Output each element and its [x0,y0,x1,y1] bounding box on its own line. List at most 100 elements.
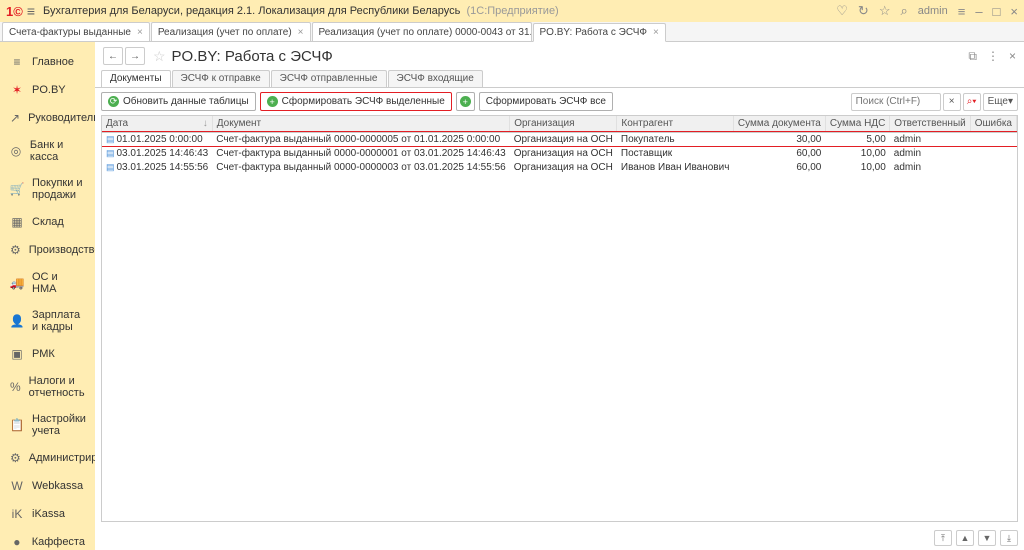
column-header[interactable]: Организация [510,116,617,132]
column-header[interactable]: Сумма НДС [825,116,889,132]
sidebar-icon: iK [10,507,24,521]
column-header[interactable]: Ответственный [890,116,970,132]
maximize-icon[interactable]: □ [993,4,1001,19]
sidebar-icon: % [10,380,21,394]
sidebar-item-label: Каффеста [32,536,85,548]
sidebar-item[interactable]: ≡Главное [0,48,95,76]
sidebar-item[interactable]: WWebkassa [0,472,95,500]
sidebar-item[interactable]: ⚙Администрирование [0,444,95,472]
column-header[interactable]: Контрагент [617,116,734,132]
plus-icon: + [460,96,471,107]
sidebar-item-label: Администрирование [29,452,95,464]
favorite-star-icon[interactable]: ☆ [153,48,166,65]
sidebar-icon: 🛒 [10,182,24,196]
sidebar-icon: 👤 [10,314,24,328]
sidebar-icon: ✶ [10,83,24,97]
table-row[interactable]: ▤01.01.2025 0:00:00 Счет-фактура выданны… [102,132,1017,146]
app-title: Бухгалтерия для Беларуси, редакция 2.1. … [43,5,559,17]
column-header[interactable]: Дата ↓ [102,116,212,132]
page-title: PO.BY: Работа с ЭСЧФ [172,48,969,65]
window-tab[interactable]: Реализация (учет по оплате) 0000-0043 от… [312,22,532,41]
sidebar-item-label: Банк и касса [30,139,85,163]
scroll-up-button[interactable]: ▲ [956,530,974,546]
sidebar-item[interactable]: ● Каффеста [0,528,95,550]
star-icon[interactable]: ☆ [879,3,891,19]
sidebar-item[interactable]: 👤 Зарплата и кадры [0,302,95,340]
sidebar-item-label: PO.BY [32,84,66,96]
doc-icon: ▤ [106,162,115,172]
sidebar-icon: 🚚 [10,276,24,290]
scroll-bottom-button[interactable]: ⤓ [1000,530,1018,546]
sub-tab[interactable]: Документы [101,70,171,87]
search-input[interactable] [851,93,941,111]
column-header[interactable]: Ошибка [970,116,1016,132]
sidebar-item[interactable]: 🛒Покупки и продажи [0,170,95,208]
column-header[interactable]: Сумма документа [733,116,825,132]
sidebar-item[interactable]: ↗ Руководителю [0,104,95,132]
sidebar-item[interactable]: %Налоги и отчетность [0,368,95,406]
form-all-icon-button[interactable]: + [456,92,475,111]
sidebar-item[interactable]: 🚚 ОС и НМА [0,264,95,302]
sidebar-item[interactable]: ✶ PO.BY [0,76,95,104]
more-icon[interactable]: ⋮ [987,49,999,64]
sidebar-item-label: Производство [29,244,95,256]
tab-close-icon[interactable]: × [137,27,143,38]
table-row[interactable]: ▤03.01.2025 14:55:56 Счет-фактура выданн… [102,160,1017,174]
sidebar-item[interactable]: ⚙Производство [0,236,95,264]
sidebar-item-label: Настройки учета [32,413,86,437]
sidebar-icon: ▦ [10,215,24,229]
sidebar-item-label: Зарплата и кадры [32,309,85,333]
sidebar-item-label: Главное [32,56,74,68]
sidebar-item[interactable]: ▣РМК [0,340,95,368]
nav-back-button[interactable]: ← [103,47,123,65]
sidebar-item[interactable]: ◎Банк и касса [0,132,95,170]
search-button[interactable]: ⌕▾ [963,93,981,111]
refresh-button[interactable]: ⟳ Обновить данные таблицы [101,92,256,111]
sidebar-icon: ● [10,535,24,549]
plus-icon: + [267,96,278,107]
history-icon[interactable]: ↻ [858,3,869,19]
form-selected-button[interactable]: + Сформировать ЭСЧФ выделенные [260,92,452,111]
sidebar-item[interactable]: 📋 Настройки учета [0,406,95,444]
bell-icon[interactable]: ♡ [836,3,848,19]
sub-tab[interactable]: ЭСЧФ отправленные [271,70,387,87]
sidebar: ≡Главное ✶ PO.BY ↗ Руководителю ◎Банк и касса… [0,42,95,550]
sidebar-icon: 📋 [10,418,24,432]
column-header[interactable]: Документ [212,116,509,132]
link-icon[interactable]: ⧉ [968,49,977,64]
menu-icon[interactable]: ≡ [27,3,35,19]
scroll-down-button[interactable]: ▼ [978,530,996,546]
sub-tab[interactable]: ЭСЧФ к отправке [172,70,270,87]
sidebar-item-label: iKassa [32,508,65,520]
data-table: Дата ↓ДокументОрганизацияКонтрагентСумма… [101,115,1018,522]
clear-search-button[interactable]: × [943,93,961,111]
sub-tab[interactable]: ЭСЧФ входящие [388,70,483,87]
sidebar-item-label: Склад [32,216,64,228]
sidebar-item-label: ОС и НМА [32,271,85,295]
more-button[interactable]: Еще ▾ [983,93,1018,111]
scroll-top-button[interactable]: ⤒ [934,530,952,546]
sidebar-item[interactable]: iK iKassa [0,500,95,528]
search-icon[interactable]: ⌕ [900,3,907,19]
user-label[interactable]: admin [918,5,948,17]
tab-close-icon[interactable]: × [653,27,659,38]
panel-close-icon[interactable]: × [1009,49,1016,64]
tab-close-icon[interactable]: × [298,27,304,38]
window-tab[interactable]: PO.BY: Работа с ЭСЧФ× [533,23,666,42]
close-icon[interactable]: × [1010,4,1018,19]
window-tab[interactable]: Реализация (учет по оплате)× [151,22,311,41]
doc-icon: ▤ [106,148,115,158]
sidebar-item-label: Руководителю [28,112,95,124]
nav-forward-button[interactable]: → [125,47,145,65]
doc-icon: ▤ [106,134,115,144]
bars-icon[interactable]: ≡ [958,4,966,19]
form-all-button[interactable]: Сформировать ЭСЧФ все [479,92,613,111]
minimize-icon[interactable]: – [975,4,982,19]
window-tab[interactable]: Счета-фактуры выданные× [2,22,150,41]
table-row[interactable]: ▤03.01.2025 14:46:43 Счет-фактура выданн… [102,146,1017,160]
sidebar-item[interactable]: ▦ Склад [0,208,95,236]
window-tabs: Счета-фактуры выданные×Реализация (учет … [0,22,1024,42]
sidebar-item-label: РМК [32,348,55,360]
refresh-icon: ⟳ [108,96,119,107]
sidebar-icon: ↗ [10,111,20,125]
